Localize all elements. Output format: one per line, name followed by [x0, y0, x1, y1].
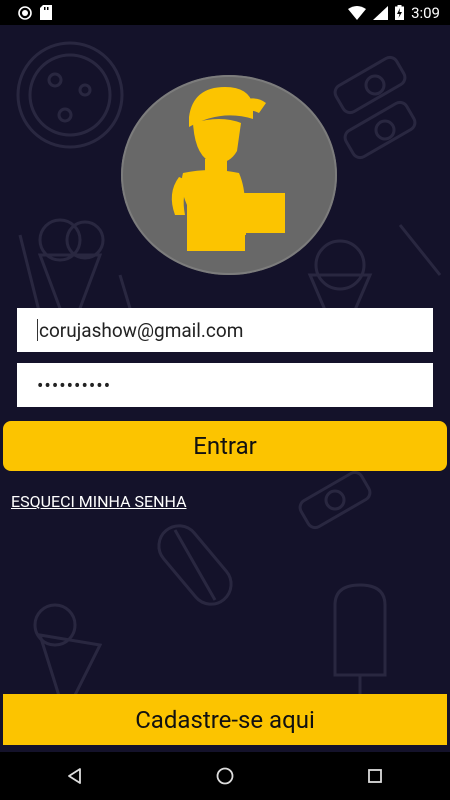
circle-notification-icon [18, 5, 32, 20]
register-button-label: Cadastre-se aqui [135, 705, 315, 734]
battery-charging-icon [395, 5, 405, 20]
sd-card-icon [40, 5, 52, 20]
recents-button[interactable] [345, 752, 405, 800]
password-field[interactable]: •••••••••• [17, 363, 433, 407]
delivery-person-icon [171, 87, 285, 251]
home-button[interactable] [195, 752, 255, 800]
home-icon [216, 767, 234, 785]
register-button[interactable]: Cadastre-se aqui [3, 694, 447, 745]
navigation-bar [0, 752, 450, 800]
delivery-avatar [121, 75, 337, 275]
back-icon [68, 768, 81, 784]
email-value: corujashow@gmail.com [39, 318, 244, 342]
status-time: 3:09 [411, 3, 440, 22]
login-button-label: Entrar [193, 432, 257, 460]
signal-icon [373, 5, 389, 20]
password-value: •••••••••• [37, 373, 112, 397]
status-right: 3:09 [348, 4, 440, 22]
email-field[interactable]: corujashow@gmail.com [17, 308, 433, 352]
login-button[interactable]: Entrar [3, 421, 447, 471]
recents-icon [368, 769, 382, 783]
wifi-icon [348, 5, 367, 20]
status-bar: 3:09 [0, 0, 450, 25]
status-left [18, 5, 52, 20]
back-button[interactable] [45, 752, 105, 800]
forgot-password-link[interactable]: ESQUECI MINHA SENHA [11, 492, 187, 511]
